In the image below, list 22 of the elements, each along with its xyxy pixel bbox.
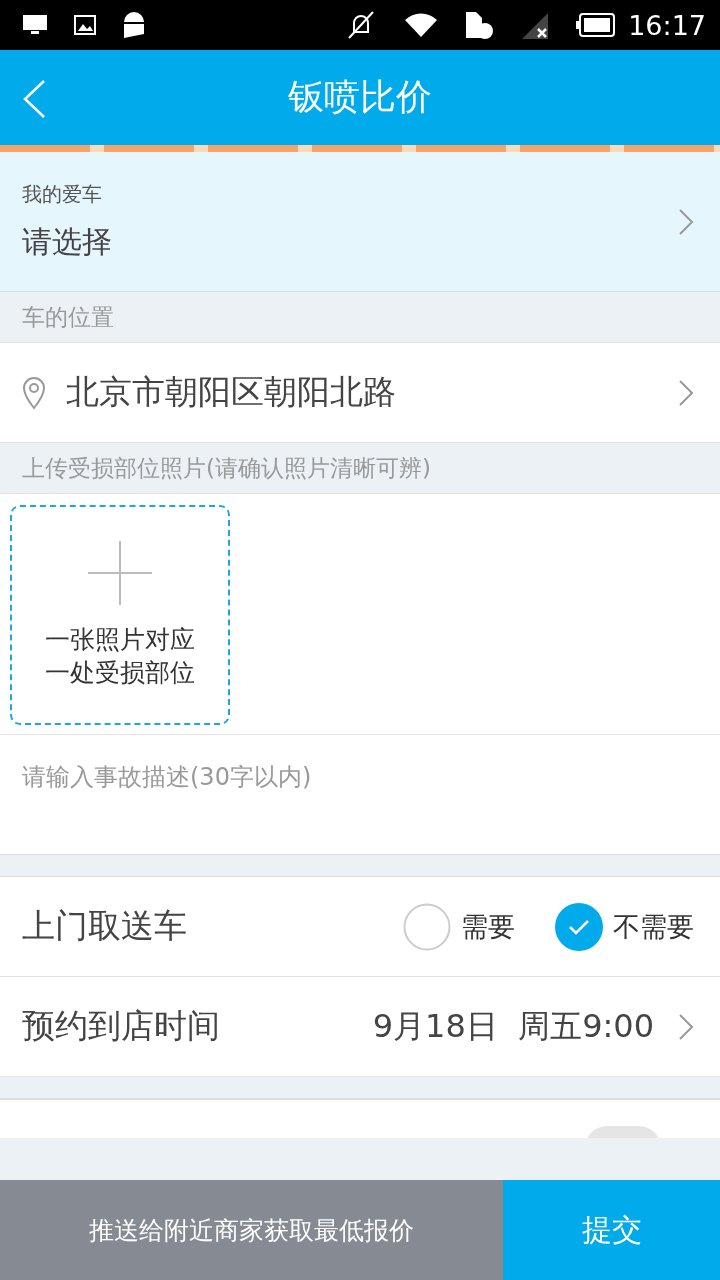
add-photo-button[interactable]: 一张照片对应 一处受损部位 — [10, 505, 230, 725]
ftp-icon — [22, 14, 48, 36]
signal-icon — [520, 11, 551, 39]
radio-option[interactable]: 不需要 — [555, 902, 694, 951]
back-icon[interactable] — [22, 80, 46, 118]
battery-icon — [576, 13, 617, 37]
location-row[interactable]: 北京市朝阳区朝阳北路 — [0, 343, 720, 443]
status-time: 16:17 — [628, 9, 706, 41]
appointment-row[interactable]: 预约到店时间 9月18日 周五9:00 — [0, 977, 720, 1077]
location-pin-icon — [22, 375, 46, 410]
sim-alert-icon — [464, 10, 495, 40]
chevron-right-icon — [678, 207, 694, 236]
chevron-right-icon — [678, 378, 694, 407]
plus-icon — [88, 541, 152, 605]
wifi-icon — [404, 12, 439, 38]
image-icon — [74, 15, 96, 35]
car-selector[interactable]: 我的爱车 请选择 — [0, 152, 720, 292]
hint-text: 推送给附近商家获取最低报价 — [0, 1180, 503, 1280]
field-label: 上门取送车 — [22, 905, 188, 947]
chevron-right-icon — [678, 1012, 694, 1041]
radio-option[interactable]: 需要 — [403, 902, 515, 951]
page-title: 钣喷比价 — [288, 75, 432, 119]
